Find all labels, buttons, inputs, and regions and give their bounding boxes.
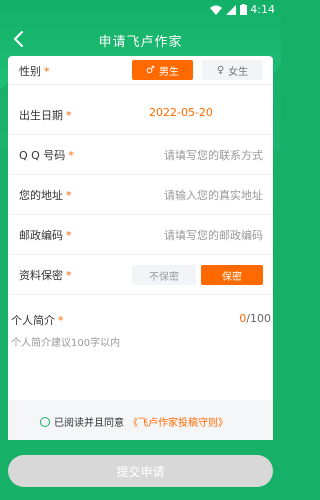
- battery-icon: [240, 4, 247, 15]
- required-star: *: [66, 229, 72, 242]
- address-input[interactable]: 请输入您的真实地址: [164, 187, 263, 203]
- female-button[interactable]: ♀ 女生: [202, 60, 263, 80]
- status-bar: 4:14: [0, 0, 281, 20]
- male-label: 男生: [158, 66, 179, 78]
- signal-icon: [226, 4, 236, 15]
- female-label: 女生: [228, 66, 249, 78]
- gender-row: 性别 * ♂ 男生 ♀ 女生: [8, 56, 273, 85]
- agree-text: 已阅读并且同意: [54, 418, 124, 429]
- address-label: 您的地址: [19, 189, 63, 202]
- status-icons: [210, 4, 247, 15]
- intro-char-count: 0/100: [239, 312, 271, 325]
- birthday-value[interactable]: 2022-05-20: [149, 106, 213, 119]
- page-title: 申请飞卢作家: [98, 35, 183, 50]
- required-star: *: [68, 149, 74, 162]
- nav-bar: 申请飞卢作家: [0, 26, 281, 56]
- privacy-label: 资料保密: [19, 269, 63, 282]
- qq-label: Q Q 号码: [19, 149, 66, 162]
- intro-label: 个人简介: [11, 314, 55, 327]
- female-icon: ♀: [216, 64, 225, 76]
- secret-button[interactable]: 保密: [201, 265, 263, 285]
- required-star: *: [44, 65, 50, 78]
- agreement-row[interactable]: 已阅读并且同意 《飞卢作家投稿守则》: [40, 414, 228, 429]
- required-star: *: [66, 109, 72, 122]
- qq-input[interactable]: 请填写您的联系方式: [164, 147, 263, 163]
- submit-button[interactable]: 提交申请: [8, 455, 273, 487]
- birthday-row[interactable]: 出生日期 * 2022-05-20: [8, 95, 273, 135]
- intro-textarea[interactable]: 个人简介建议100字以内: [11, 334, 120, 349]
- wifi-icon: [210, 5, 222, 15]
- form-card: 性别 * ♂ 男生 ♀ 女生 出生日期 * 2022-05-20 Q Q 号码 * 请…: [8, 56, 273, 440]
- agreement-link[interactable]: 《飞卢作家投稿守则》: [128, 414, 228, 429]
- postcode-row: 邮政编码 * 请填写您的邮政编码: [8, 215, 273, 255]
- required-star: *: [66, 189, 72, 202]
- birthday-label: 出生日期: [19, 109, 63, 122]
- male-button[interactable]: ♂ 男生: [132, 60, 193, 80]
- intro-count-max: /100: [246, 312, 271, 325]
- privacy-row: 资料保密 * 不保密 保密: [8, 255, 273, 295]
- postcode-input[interactable]: 请填写您的邮政编码: [164, 227, 263, 243]
- postcode-label: 邮政编码: [19, 229, 63, 242]
- required-star: *: [66, 269, 72, 282]
- male-icon: ♂: [146, 64, 155, 76]
- address-row: 您的地址 * 请输入您的真实地址: [8, 175, 273, 215]
- required-star: *: [58, 314, 64, 327]
- qq-row: Q Q 号码 * 请填写您的联系方式: [8, 135, 273, 175]
- agree-checkbox[interactable]: [40, 416, 50, 427]
- gender-label: 性别: [19, 65, 41, 78]
- status-time: 4:14: [250, 3, 275, 16]
- no-secret-button[interactable]: 不保密: [132, 265, 196, 285]
